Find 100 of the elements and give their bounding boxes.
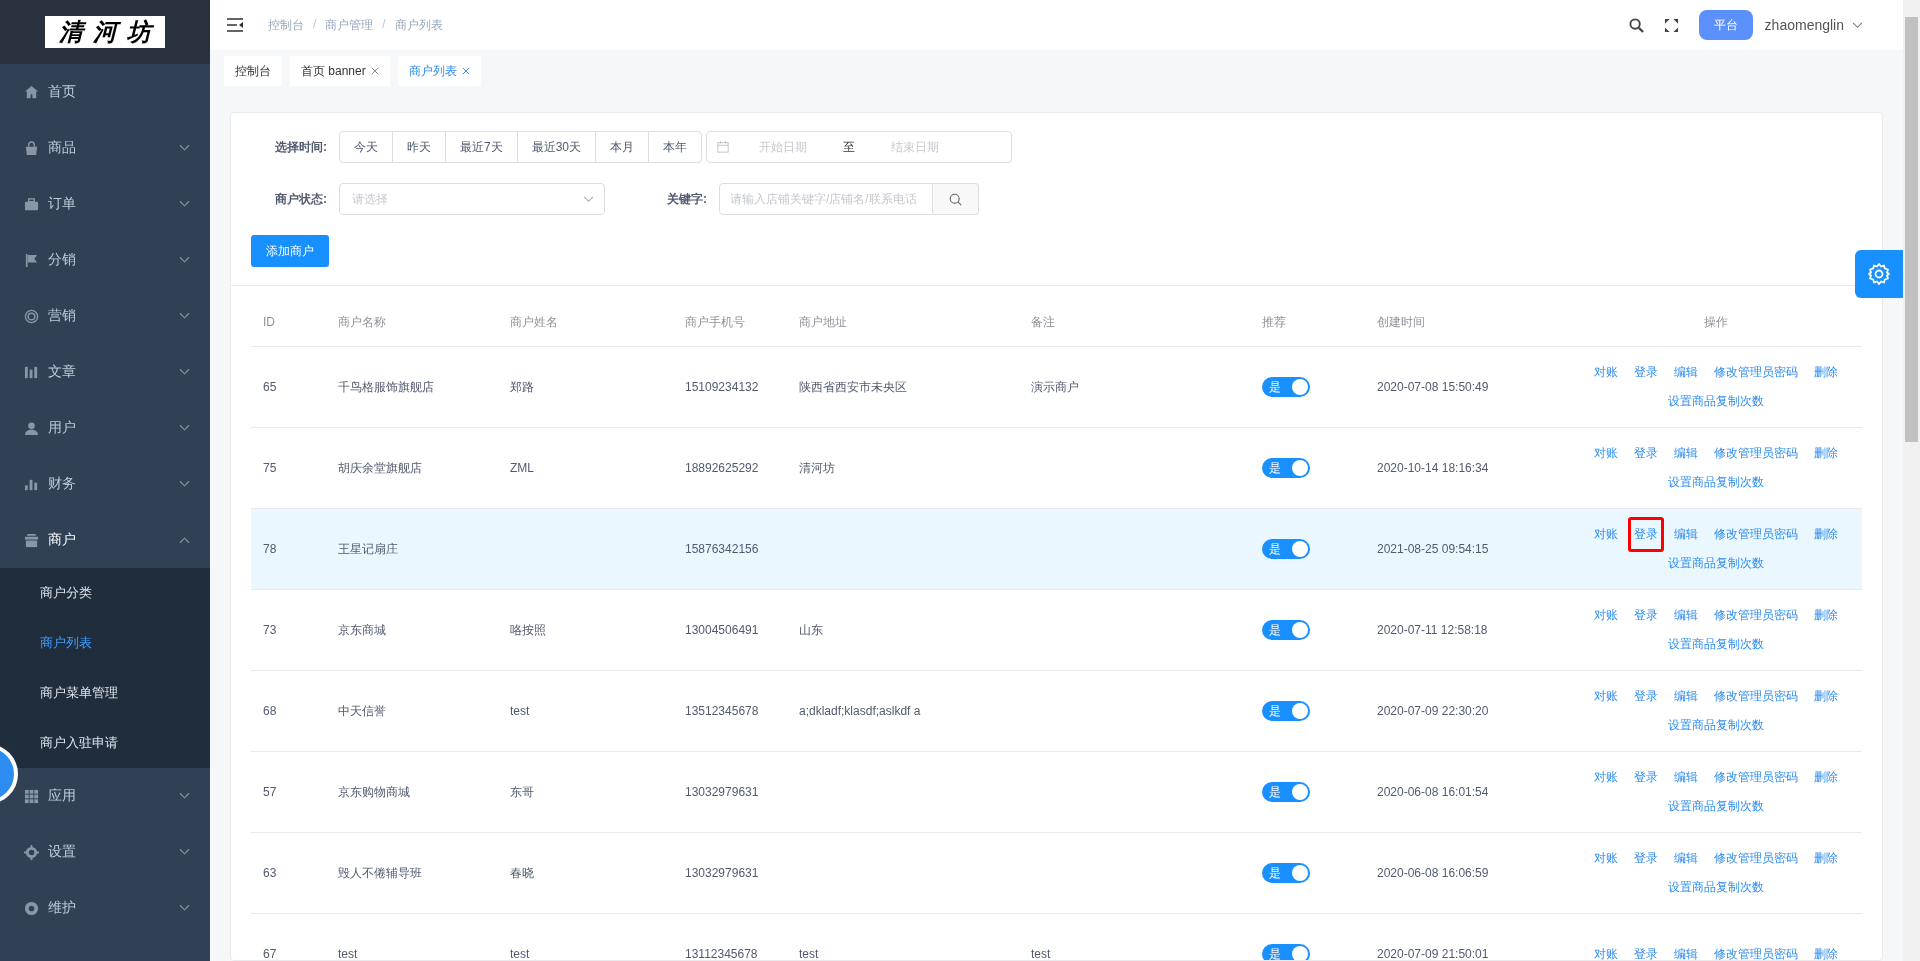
action-link[interactable]: 修改管理员密码	[1707, 942, 1804, 960]
action-link[interactable]: 登录	[1627, 604, 1664, 627]
breadcrumb-item[interactable]: 商户列表	[394, 16, 443, 34]
action-link[interactable]: 删除	[1807, 361, 1844, 384]
action-link[interactable]: 对账	[1587, 685, 1624, 708]
toggle-switch[interactable]: 是	[1262, 863, 1310, 883]
search-button[interactable]	[933, 183, 979, 215]
action-link[interactable]: 设置商品复制次数	[1661, 633, 1770, 656]
close-icon[interactable]	[461, 67, 470, 75]
sidebar-submenu-item[interactable]: 商户菜单管理	[22, 668, 210, 718]
action-link[interactable]: 对账	[1587, 523, 1624, 546]
action-link[interactable]: 删除	[1807, 766, 1844, 789]
fullscreen-icon[interactable]	[1663, 17, 1679, 33]
search-icon[interactable]	[1628, 17, 1644, 33]
sidebar-menu-item[interactable]: 文章	[18, 344, 210, 400]
action-link[interactable]: 对账	[1587, 361, 1624, 384]
action-link[interactable]: 对账	[1587, 604, 1624, 627]
add-merchant-button[interactable]: 添加商户	[251, 235, 329, 267]
action-link[interactable]: 修改管理员密码	[1707, 523, 1804, 546]
sidebar-menu-item[interactable]: 应用	[18, 768, 210, 824]
action-link[interactable]: 登录	[1627, 442, 1664, 465]
scrollbar[interactable]	[1903, 0, 1920, 961]
sidebar-submenu-item[interactable]: 商户列表	[22, 618, 210, 668]
action-link[interactable]: 登录	[1627, 361, 1664, 384]
time-range-button[interactable]: 今天	[339, 131, 393, 163]
gear-icon	[24, 844, 39, 860]
user-menu[interactable]: zhaomenglin	[1764, 17, 1863, 33]
time-range-button[interactable]: 最近7天	[445, 131, 518, 163]
sidebar-menu-item[interactable]: 营销	[18, 288, 210, 344]
menu-icon[interactable]	[227, 18, 243, 32]
action-link[interactable]: 设置商品复制次数	[1661, 714, 1770, 737]
action-link[interactable]: 登录	[1627, 685, 1664, 708]
toggle-switch[interactable]: 是	[1262, 539, 1310, 559]
toggle-switch[interactable]: 是	[1262, 782, 1310, 802]
sidebar-submenu-item[interactable]: 商户入驻申请	[22, 718, 210, 768]
action-link[interactable]: 修改管理员密码	[1707, 604, 1804, 627]
action-link[interactable]: 编辑	[1667, 942, 1704, 960]
toggle-switch[interactable]: 是	[1262, 944, 1310, 960]
action-link[interactable]: 对账	[1587, 847, 1624, 870]
breadcrumb-item[interactable]: 商户管理	[325, 16, 374, 34]
toggle-switch[interactable]: 是	[1262, 458, 1310, 478]
action-link[interactable]: 设置商品复制次数	[1661, 471, 1770, 494]
action-link[interactable]: 删除	[1807, 685, 1844, 708]
action-link[interactable]: 修改管理员密码	[1707, 361, 1804, 384]
action-link[interactable]: 编辑	[1667, 847, 1704, 870]
time-range-button[interactable]: 本年	[648, 131, 703, 163]
time-range-button[interactable]: 最近30天	[516, 131, 597, 163]
table-cell: 中天信誉	[338, 703, 386, 718]
sidebar-menu-item[interactable]: 商户	[18, 512, 210, 568]
close-icon[interactable]	[370, 67, 379, 75]
toggle-switch[interactable]: 是	[1262, 701, 1310, 721]
toggle-switch[interactable]: 是	[1262, 377, 1310, 397]
sidebar-menu-item[interactable]: 用户	[18, 400, 210, 456]
page-tab[interactable]: 控制台	[224, 56, 282, 86]
action-link[interactable]: 登录	[1627, 847, 1664, 870]
sidebar-menu-item[interactable]: 财务	[18, 456, 210, 512]
action-link[interactable]: 对账	[1587, 942, 1624, 960]
platform-button[interactable]: 平台	[1698, 10, 1753, 40]
sidebar-menu-item[interactable]: 订单	[18, 176, 210, 232]
action-link[interactable]: 修改管理员密码	[1707, 847, 1804, 870]
action-link[interactable]: 设置商品复制次数	[1661, 390, 1770, 413]
action-link[interactable]: 删除	[1807, 604, 1844, 627]
page-tab[interactable]: 首页 banner	[290, 56, 390, 86]
action-link[interactable]: 删除	[1807, 442, 1844, 465]
toggle-switch[interactable]: 是	[1262, 620, 1310, 640]
sidebar-menu-item[interactable]: 分销	[18, 232, 210, 288]
sidebar-menu-item[interactable]: 首页	[18, 64, 210, 120]
action-link[interactable]: 设置商品复制次数	[1661, 795, 1770, 818]
column-header: 商户姓名	[509, 313, 559, 331]
sidebar-menu-item[interactable]: 维护	[18, 880, 210, 936]
sidebar-menu-item[interactable]: 商品	[18, 120, 210, 176]
action-link[interactable]: 删除	[1807, 847, 1844, 870]
action-link[interactable]: 登录	[1627, 517, 1664, 552]
breadcrumb-item[interactable]: 控制台	[268, 16, 304, 34]
action-link[interactable]: 登录	[1627, 942, 1664, 960]
sidebar-submenu-item[interactable]: 商户分类	[22, 568, 210, 618]
time-range-button[interactable]: 本月	[595, 131, 650, 163]
table-cell: test	[338, 947, 358, 960]
action-link[interactable]: 编辑	[1667, 685, 1704, 708]
action-link[interactable]: 修改管理员密码	[1707, 766, 1804, 789]
action-link[interactable]: 设置商品复制次数	[1661, 876, 1770, 899]
action-link[interactable]: 编辑	[1667, 604, 1704, 627]
action-link[interactable]: 删除	[1807, 523, 1844, 546]
action-link[interactable]: 编辑	[1667, 523, 1704, 546]
sidebar-menu-item[interactable]: 设置	[18, 824, 210, 880]
time-range-button[interactable]: 昨天	[392, 131, 446, 163]
action-link[interactable]: 修改管理员密码	[1707, 685, 1804, 708]
page-tab[interactable]: 商户列表	[397, 56, 481, 86]
settings-button[interactable]	[1855, 250, 1903, 298]
action-link[interactable]: 对账	[1587, 442, 1624, 465]
action-link[interactable]: 修改管理员密码	[1707, 442, 1804, 465]
action-link[interactable]: 登录	[1627, 766, 1664, 789]
action-link[interactable]: 编辑	[1667, 442, 1704, 465]
action-link[interactable]: 编辑	[1667, 766, 1704, 789]
action-link[interactable]: 对账	[1587, 766, 1624, 789]
action-link[interactable]: 编辑	[1667, 361, 1704, 384]
table-row[interactable]: 78 王星记扇庄 15876342156 是 2021-08-25 09:54:15 对账 登录 编辑 修改管理员密码 删除 设置商品复制次数	[251, 509, 1862, 590]
table-cell: 2021-08-25 09:54:15	[1377, 542, 1489, 556]
action-link[interactable]: 删除	[1807, 942, 1844, 960]
action-link[interactable]: 设置商品复制次数	[1661, 552, 1770, 575]
